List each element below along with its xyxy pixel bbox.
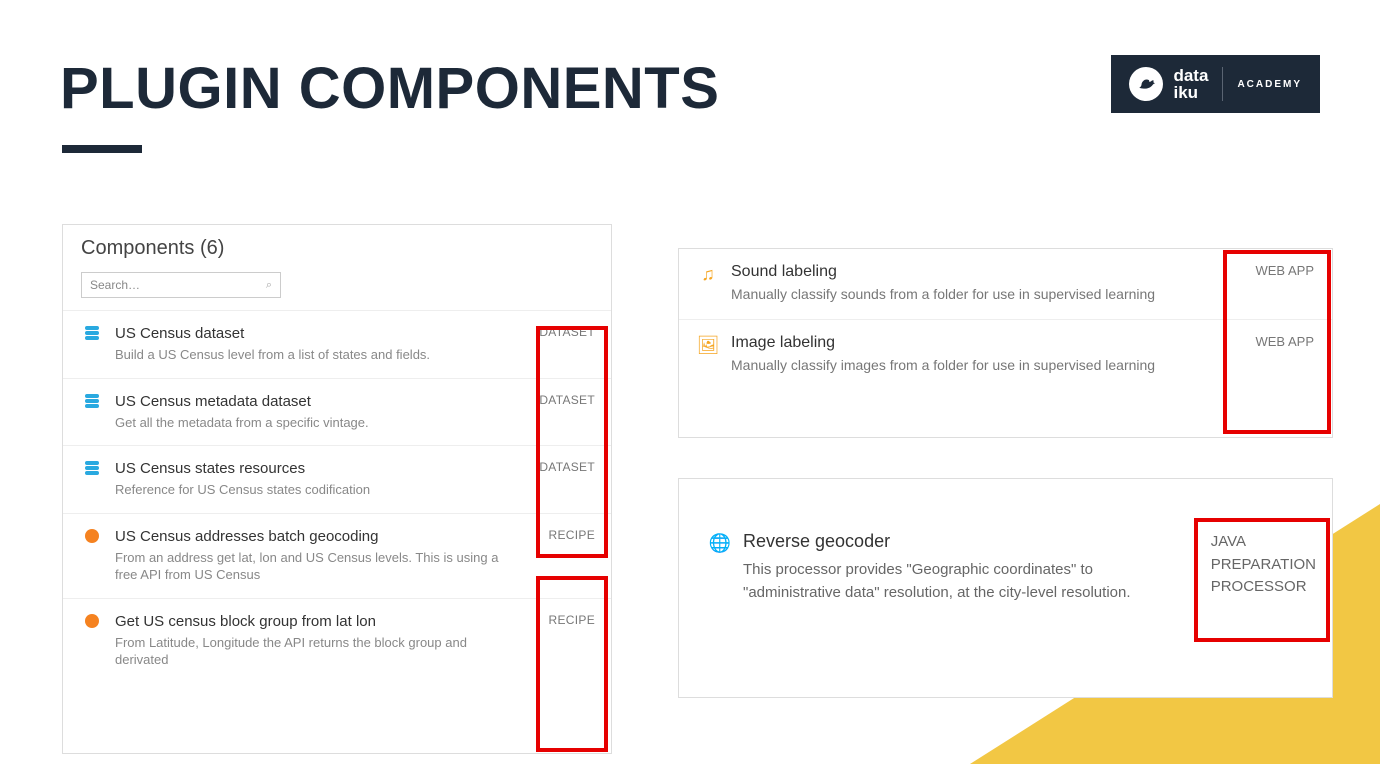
dataset-icon [81,461,103,475]
component-row[interactable]: ♫ Sound labeling Manually classify sound… [679,249,1332,319]
dataset-icon [81,326,103,340]
logo-divider [1222,67,1223,101]
dataset-icon [81,394,103,408]
component-row[interactable]: US Census states resources Reference for… [63,445,611,513]
component-tag: JAVA PREPARATION PROCESSOR [1211,531,1316,599]
component-tag: DATASET [539,460,595,474]
recipe-icon [81,614,103,628]
component-tag: DATASET [539,325,595,339]
logo-academy: ACADEMY [1237,79,1302,90]
search-input[interactable]: Search… ⌕ [81,272,281,298]
component-title: Sound labeling [731,263,1224,281]
image-icon: 🖼 [697,335,719,356]
component-desc: Reference for US Census states codificat… [115,481,513,499]
components-panel: Components (6) Search… ⌕ US Census datas… [62,224,612,754]
component-row[interactable]: Get US census block group from lat lon F… [63,598,611,683]
component-desc: Manually classify sounds from a folder f… [731,285,1224,305]
tag-line: PROCESSOR [1211,576,1316,599]
component-row[interactable]: US Census dataset Build a US Census leve… [63,310,611,378]
music-icon: ♫ [697,264,719,285]
component-desc: From an address get lat, lon and US Cens… [115,549,513,584]
component-title: US Census states resources [115,460,513,477]
component-row[interactable]: US Census addresses batch geocoding From… [63,513,611,598]
component-desc: This processor provides "Geographic coor… [743,558,1172,605]
webapp-panel: ♫ Sound labeling Manually classify sound… [678,248,1333,438]
component-title: US Census dataset [115,325,513,342]
tag-line: PREPARATION [1211,554,1316,577]
component-tag: WEB APP [1255,334,1314,349]
component-desc: Get all the metadata from a specific vin… [115,414,513,432]
component-title: Image labeling [731,334,1224,352]
component-desc: Build a US Census level from a list of s… [115,346,513,364]
component-row[interactable]: 🖼 Image labeling Manually classify image… [679,319,1332,390]
component-title: Get US census block group from lat lon [115,613,513,630]
component-title: US Census metadata dataset [115,393,513,410]
components-header: Components (6) [63,225,611,266]
logo-block: data iku ACADEMY [1111,55,1320,113]
logo-text-2: iku [1173,84,1208,101]
slide-title: PLUGIN COMPONENTS [60,55,719,122]
logo-text-1: data [1173,67,1208,84]
component-row[interactable]: 🌐 Reverse geocoder This processor provid… [679,507,1332,627]
component-desc: From Latitude, Longitude the API returns… [115,634,513,669]
bird-icon [1129,67,1163,101]
globe-icon: 🌐 [709,533,731,554]
search-placeholder: Search… [90,278,140,292]
component-tag: RECIPE [549,613,595,627]
component-title: US Census addresses batch geocoding [115,528,513,545]
component-tag: RECIPE [549,528,595,542]
processor-panel: 🌐 Reverse geocoder This processor provid… [678,478,1333,698]
recipe-icon [81,529,103,543]
component-title: Reverse geocoder [743,531,1172,552]
component-tag: WEB APP [1255,263,1314,278]
search-icon: ⌕ [266,279,272,292]
component-desc: Manually classify images from a folder f… [731,356,1224,376]
component-row[interactable]: US Census metadata dataset Get all the m… [63,378,611,446]
component-tag: DATASET [539,393,595,407]
title-underline [62,145,142,153]
tag-line: JAVA [1211,531,1316,554]
